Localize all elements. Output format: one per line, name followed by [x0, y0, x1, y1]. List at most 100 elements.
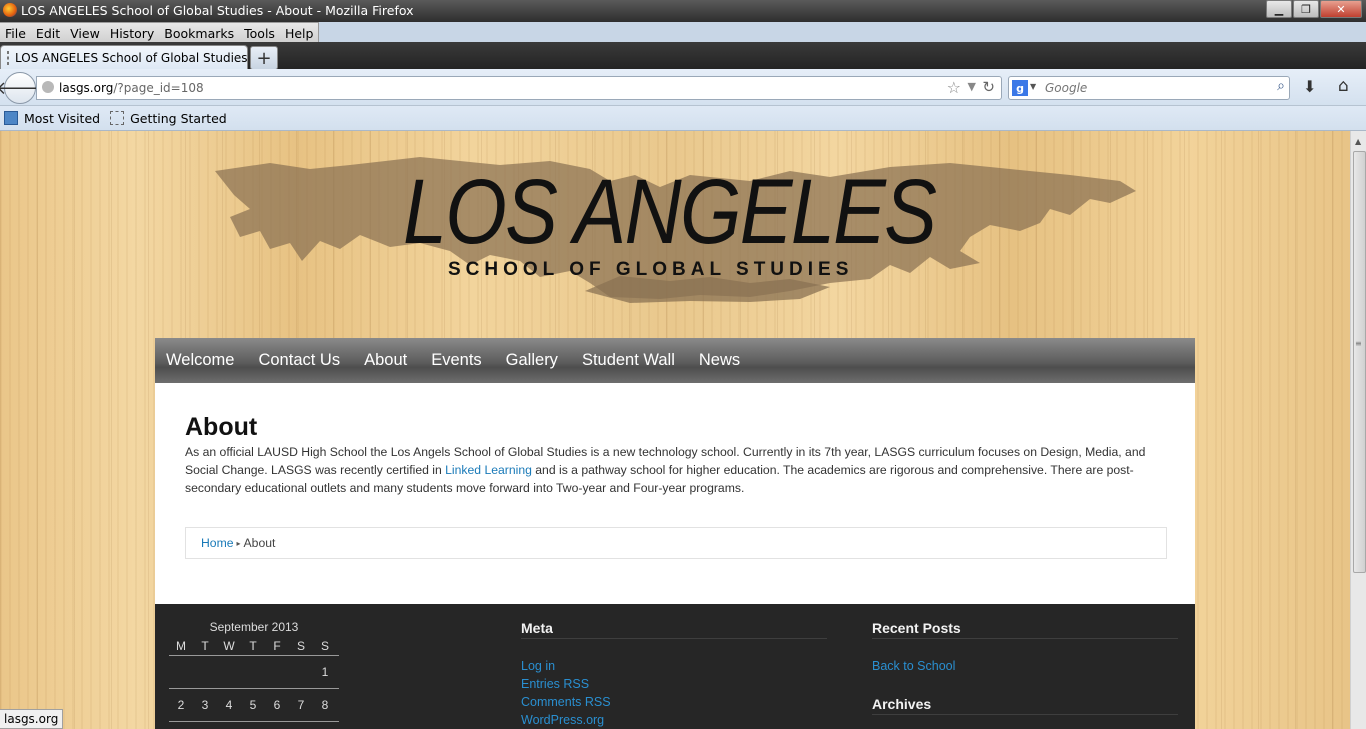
- main-content: About As an official LAUSD High School t…: [155, 383, 1195, 604]
- calendar-week-row: 2 3 4 5 6 7 8: [169, 689, 339, 722]
- scroll-up-arrow-icon[interactable]: ▲: [1355, 137, 1361, 146]
- window-title: LOS ANGELES School of Global Studies - A…: [21, 3, 414, 18]
- calendar-day-header: W: [223, 639, 235, 653]
- engine-dropdown-icon[interactable]: ▼: [1030, 82, 1036, 91]
- wordpress-link[interactable]: WordPress.org: [521, 713, 827, 729]
- google-engine-icon[interactable]: g: [1012, 80, 1028, 96]
- linked-learning-link[interactable]: Linked Learning: [445, 463, 532, 477]
- site-nav-menu: Welcome Contact Us About Events Gallery …: [155, 338, 1195, 383]
- url-history-dropdown-icon[interactable]: ▼: [968, 80, 976, 93]
- bookmark-most-visited[interactable]: Most Visited: [4, 111, 100, 126]
- calendar-day-header: T: [201, 639, 209, 653]
- archives-title: Archives: [872, 696, 1178, 715]
- navigation-toolbar: 🡐 lasgs.org/?page_id=108 ☆ ▼ ↻ g ▼ ⌕ ⬇ ⌂: [0, 69, 1366, 106]
- scrollbar-thumb[interactable]: [1353, 151, 1366, 573]
- recent-posts-title: Recent Posts: [872, 620, 1178, 639]
- tab-active[interactable]: LOS ANGELES School of Global Studies -..…: [0, 45, 267, 70]
- minimize-button[interactable]: ▁: [1266, 0, 1292, 18]
- nav-gallery[interactable]: Gallery: [506, 351, 558, 370]
- firefox-logo-icon: [3, 3, 17, 17]
- calendar-day-header: T: [249, 639, 257, 653]
- bookmark-label: Most Visited: [24, 110, 101, 126]
- calendar-day: 8: [321, 698, 329, 712]
- page-favicon-icon: [7, 51, 9, 65]
- site-header-logo[interactable]: LOS ANGELES SCHOOL OF GLOBAL STUDIES: [190, 151, 1140, 303]
- tab-title: LOS ANGELES School of Global Studies -..…: [15, 51, 268, 65]
- login-link[interactable]: Log in: [521, 659, 827, 677]
- restore-button[interactable]: ❐: [1293, 0, 1319, 18]
- bookmark-getting-started[interactable]: Getting Started: [110, 111, 227, 126]
- breadcrumb-home-link[interactable]: Home: [201, 536, 234, 550]
- menu-file[interactable]: File: [0, 26, 31, 41]
- tab-strip: LOS ANGELES School of Global Studies -..…: [0, 42, 1366, 70]
- calendar-day: 1: [321, 665, 329, 679]
- page-viewport: LOS ANGELES SCHOOL OF GLOBAL STUDIES Wel…: [0, 131, 1350, 729]
- nav-news[interactable]: News: [699, 351, 740, 370]
- status-bar: lasgs.org: [0, 709, 64, 729]
- breadcrumb-current: About: [243, 536, 276, 550]
- close-button[interactable]: ✕: [1320, 0, 1362, 18]
- search-input[interactable]: [1043, 79, 1267, 97]
- breadcrumb: Home ▸ About: [185, 527, 1167, 559]
- bookmarks-toolbar: Most Visited Getting Started: [0, 106, 1366, 131]
- menu-view[interactable]: View: [65, 26, 105, 41]
- breadcrumb-separator-icon: ▸: [236, 538, 241, 548]
- menu-bar: File Edit View History Bookmarks Tools H…: [0, 22, 320, 44]
- calendar-day: 4: [225, 698, 233, 712]
- nav-student-wall[interactable]: Student Wall: [582, 351, 675, 370]
- url-text[interactable]: lasgs.org/?page_id=108: [59, 81, 204, 95]
- site-footer: September 2013 M T W T F S S 1 2 3 4 5 6…: [155, 604, 1195, 729]
- downloads-icon[interactable]: ⬇: [1303, 77, 1316, 96]
- window-controls: ▁ ❐ ✕: [1265, 0, 1362, 18]
- scrollbar-grip-icon: ≡: [1355, 339, 1362, 348]
- meta-widget: Meta Log in Entries RSS Comments RSS Wor…: [521, 620, 827, 729]
- calendar-day-header: S: [296, 639, 305, 653]
- url-path: /?page_id=108: [113, 81, 204, 95]
- nav-welcome[interactable]: Welcome: [166, 351, 234, 370]
- search-icon[interactable]: ⌕: [1277, 78, 1285, 94]
- most-visited-icon: [4, 111, 18, 125]
- search-bar[interactable]: g ▼ ⌕: [1008, 76, 1290, 100]
- archives-widget: Archives: [872, 696, 1178, 715]
- window-titlebar: LOS ANGELES School of Global Studies - A…: [0, 0, 1366, 22]
- vertical-scrollbar[interactable]: ▲ ≡: [1350, 131, 1366, 729]
- back-button[interactable]: 🡐: [0, 72, 44, 104]
- calendar-day-header: F: [273, 639, 281, 653]
- meta-widget-title: Meta: [521, 620, 827, 639]
- calendar-header-row: M T W T F S S: [169, 637, 339, 656]
- menu-edit[interactable]: Edit: [31, 26, 65, 41]
- nav-about[interactable]: About: [364, 351, 407, 370]
- entries-rss-link[interactable]: Entries RSS: [521, 677, 827, 695]
- calendar-day: 5: [249, 698, 257, 712]
- menu-history[interactable]: History: [105, 26, 159, 41]
- url-bar[interactable]: lasgs.org/?page_id=108 ☆ ▼ ↻: [36, 76, 1002, 100]
- menu-help[interactable]: Help: [280, 26, 319, 41]
- menu-bookmarks[interactable]: Bookmarks: [159, 26, 239, 41]
- calendar-week-row: 1: [169, 656, 339, 689]
- nav-events[interactable]: Events: [431, 351, 481, 370]
- calendar-widget: September 2013 M T W T F S S 1 2 3 4 5 6…: [169, 620, 339, 722]
- calendar-day: 7: [297, 698, 305, 712]
- recent-posts-widget: Recent Posts Back to School: [872, 620, 1178, 677]
- home-icon[interactable]: ⌂: [1338, 76, 1349, 96]
- site-identity-icon[interactable]: [42, 81, 54, 93]
- calendar-day: 2: [177, 698, 185, 712]
- about-paragraph: As an official LAUSD High School the Los…: [185, 443, 1175, 497]
- comments-rss-link[interactable]: Comments RSS: [521, 695, 827, 713]
- calendar-day-header: M: [176, 639, 186, 653]
- site-logo-title: LOS ANGELES: [403, 161, 937, 263]
- site-logo-subtitle: SCHOOL OF GLOBAL STUDIES: [448, 259, 854, 280]
- calendar-day: 6: [273, 698, 281, 712]
- nav-contact-us[interactable]: Contact Us: [258, 351, 340, 370]
- recent-post-link[interactable]: Back to School: [872, 659, 1178, 677]
- new-tab-button[interactable]: +: [250, 46, 278, 70]
- url-host: lasgs.org: [59, 81, 114, 95]
- reload-icon[interactable]: ↻: [982, 78, 995, 96]
- page-favicon-icon: [110, 111, 125, 125]
- bookmark-label: Getting Started: [130, 110, 227, 126]
- bookmark-star-icon[interactable]: ☆: [947, 78, 961, 97]
- calendar-caption: September 2013: [209, 620, 299, 634]
- calendar-day: 3: [201, 698, 209, 712]
- menu-tools[interactable]: Tools: [239, 26, 280, 41]
- calendar-day-header: S: [320, 639, 329, 653]
